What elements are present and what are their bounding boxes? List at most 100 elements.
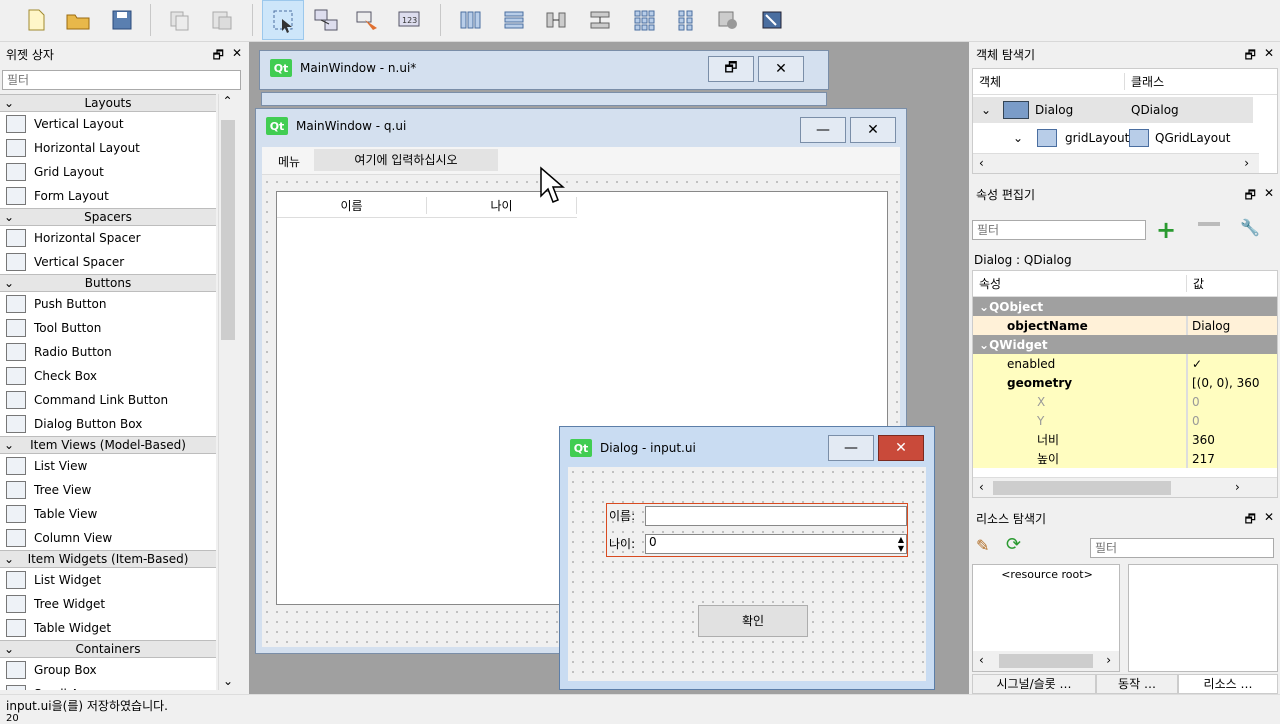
widget-item[interactable]: Radio Button — [0, 340, 216, 364]
widget-category[interactable]: ⌄ Containers — [0, 640, 216, 658]
widget-item[interactable]: Horizontal Layout — [0, 136, 216, 160]
property-row[interactable]: 높이 217 — [973, 449, 1277, 468]
ok-button[interactable]: 확인 — [698, 605, 808, 637]
horizontal-scrollbar[interactable]: ‹ › — [973, 153, 1259, 173]
tab-signals-slots[interactable]: 시그널/슬롯 … — [972, 674, 1096, 694]
property-value[interactable]: Dialog — [1187, 316, 1277, 335]
property-filter-input[interactable] — [972, 220, 1146, 240]
menu-placeholder[interactable]: 여기에 입력하십시오 — [314, 149, 498, 171]
tools-icon[interactable]: 🔧 — [1240, 218, 1260, 237]
property-value[interactable]: ✓ — [1187, 354, 1277, 373]
widget-item[interactable]: Column View — [0, 526, 216, 550]
spin-arrows-icon[interactable]: ▲ ▼ — [898, 535, 904, 553]
property-row[interactable]: geometry [(0, 0), 360 — [973, 373, 1277, 392]
chevron-down-icon[interactable]: ⌄ — [981, 103, 1003, 117]
restore-button[interactable]: 🗗 — [708, 56, 754, 82]
subwindow-n-ui[interactable]: Qt MainWindow - n.ui* 🗗 ✕ — [259, 50, 829, 90]
minimize-button[interactable]: — — [828, 435, 874, 461]
widget-item[interactable]: Vertical Spacer — [0, 250, 216, 274]
resource-filter-input[interactable] — [1090, 538, 1274, 558]
widget-item[interactable]: Group Box — [0, 658, 216, 682]
close-icon[interactable]: ✕ — [1264, 186, 1274, 207]
widget-item[interactable]: Table Widget — [0, 616, 216, 640]
column-header[interactable]: 객체 — [973, 73, 1125, 90]
widget-item[interactable]: Horizontal Spacer — [0, 226, 216, 250]
subwindow-dialog[interactable]: Qt Dialog - input.ui — ✕ 이름: 나이: 0 ▲ ▼ 확인 — [559, 426, 935, 690]
float-icon[interactable]: 🗗 — [1245, 46, 1256, 67]
widget-item[interactable]: Dialog Button Box — [0, 412, 216, 436]
property-row[interactable]: enabled ✓ — [973, 354, 1277, 373]
tree-row[interactable]: ⌄ Dialog QDialog — [973, 97, 1253, 123]
new-file-icon[interactable] — [20, 4, 52, 36]
copy-icon[interactable] — [164, 4, 196, 36]
edit-signals-icon[interactable] — [310, 4, 342, 36]
layout-horizontal-splitter-icon[interactable] — [540, 4, 572, 36]
widget-category[interactable]: ⌄ Item Widgets (Item-Based) — [0, 550, 216, 568]
resource-root[interactable]: <resource root> — [973, 568, 1121, 581]
break-layout-icon[interactable] — [712, 4, 744, 36]
widget-item[interactable]: Form Layout — [0, 184, 216, 208]
close-button[interactable]: ✕ — [850, 117, 896, 143]
edit-resources-icon[interactable]: ✎ — [976, 536, 989, 555]
property-row[interactable]: ⌄ QWidget — [973, 335, 1277, 354]
chevron-up-icon[interactable]: ⌃ — [219, 94, 236, 108]
tab-resources[interactable]: 리소스 … — [1178, 674, 1278, 694]
property-row[interactable]: Y0 — [973, 411, 1277, 430]
chevron-down-icon[interactable]: ⌄ — [973, 338, 989, 352]
chevron-down-icon[interactable]: ⌄ — [4, 551, 14, 567]
property-row[interactable]: 너비 360 — [973, 430, 1277, 449]
chevron-right-icon[interactable]: › — [1244, 156, 1249, 170]
widget-item[interactable]: Tree Widget — [0, 592, 216, 616]
close-button[interactable]: ✕ — [758, 56, 804, 82]
edit-tab-order-icon[interactable]: 123 — [394, 4, 426, 36]
paste-icon[interactable] — [206, 4, 238, 36]
chevron-left-icon[interactable]: ‹ — [979, 480, 984, 494]
property-row[interactable]: ⌄ QObject — [973, 297, 1277, 316]
scrollbar-thumb[interactable] — [221, 120, 235, 340]
layout-vertical-splitter-icon[interactable] — [584, 4, 616, 36]
chevron-right-icon[interactable]: › — [1106, 653, 1111, 667]
property-row[interactable]: X0 — [973, 392, 1277, 411]
column-header[interactable]: 이름 — [277, 197, 427, 214]
close-icon[interactable]: ✕ — [1264, 46, 1274, 67]
chevron-down-icon[interactable]: ⌄ — [4, 641, 14, 657]
widget-category[interactable]: ⌄ Layouts — [0, 94, 216, 112]
widget-item[interactable]: Vertical Layout — [0, 112, 216, 136]
property-value[interactable]: 217 — [1187, 449, 1277, 468]
close-icon[interactable]: ✕ — [232, 46, 242, 67]
widget-item[interactable]: Check Box — [0, 364, 216, 388]
tree-row[interactable]: ⌄ gridLayout QGridLayout — [973, 125, 1253, 151]
widget-item[interactable]: Scroll Area — [0, 682, 216, 690]
widget-item[interactable]: List View — [0, 454, 216, 478]
horizontal-scrollbar[interactable]: ‹ › — [973, 477, 1277, 497]
tab-actions[interactable]: 동작 … — [1096, 674, 1178, 694]
float-icon[interactable]: 🗗 — [1245, 510, 1256, 531]
horizontal-scrollbar[interactable]: ‹ › — [973, 651, 1119, 671]
column-header[interactable]: 클래스 — [1125, 73, 1164, 90]
layout-horizontal-icon[interactable] — [454, 4, 486, 36]
property-value[interactable]: 360 — [1187, 430, 1277, 449]
chevron-right-icon[interactable]: › — [1235, 480, 1240, 494]
column-header[interactable]: 값 — [1187, 275, 1204, 292]
open-folder-icon[interactable] — [62, 4, 94, 36]
scrollbar-thumb[interactable] — [999, 654, 1093, 668]
adjust-size-icon[interactable] — [756, 4, 788, 36]
chevron-down-icon[interactable]: ⌄ — [4, 275, 14, 291]
remove-property-icon[interactable] — [1198, 222, 1220, 226]
property-value[interactable]: 0 — [1187, 411, 1277, 430]
widget-item[interactable]: Command Link Button — [0, 388, 216, 412]
save-icon[interactable] — [106, 4, 138, 36]
layout-grid-icon[interactable] — [628, 4, 660, 36]
name-input[interactable] — [645, 506, 907, 526]
edit-widgets-icon[interactable] — [262, 0, 304, 40]
widget-item[interactable]: Table View — [0, 502, 216, 526]
chevron-down-icon[interactable]: ⌄ — [4, 209, 14, 225]
close-icon[interactable]: ✕ — [1264, 510, 1274, 531]
minimize-button[interactable]: — — [800, 117, 846, 143]
widget-item[interactable]: Tree View — [0, 478, 216, 502]
chevron-left-icon[interactable]: ‹ — [979, 156, 984, 170]
edit-buddies-icon[interactable] — [352, 4, 384, 36]
float-icon[interactable]: 🗗 — [213, 46, 224, 67]
column-header[interactable]: 속성 — [973, 275, 1187, 292]
chevron-left-icon[interactable]: ‹ — [979, 653, 984, 667]
